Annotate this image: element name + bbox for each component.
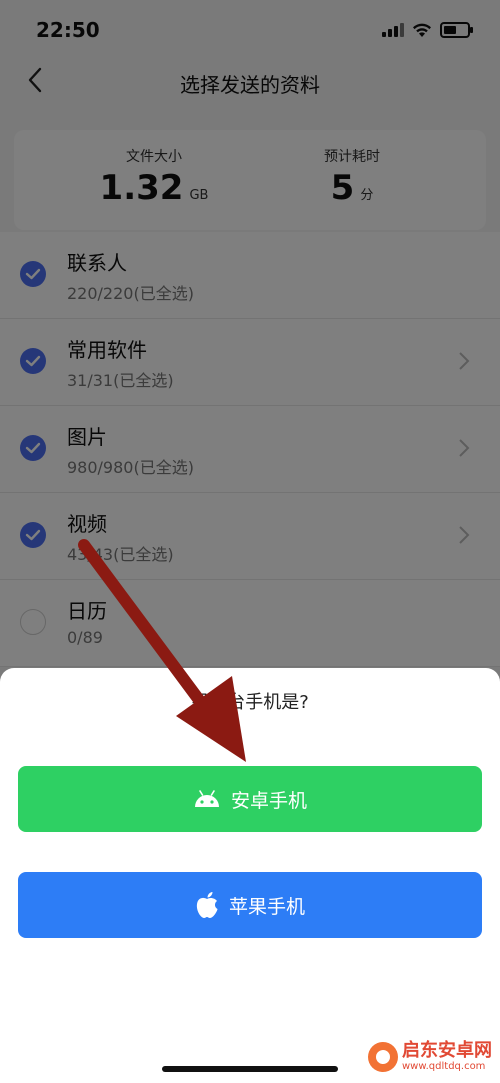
android-phone-label: 安卓手机 [230, 789, 307, 812]
sheet-title: 另一台手机是? [191, 692, 309, 713]
watermark-logo-icon [368, 1042, 398, 1072]
apple-phone-button[interactable]: 苹果手机 [18, 872, 482, 938]
device-type-sheet: 另一台手机是? 安卓手机 苹果手机 [0, 668, 500, 1083]
apple-phone-label: 苹果手机 [228, 895, 305, 918]
android-phone-button[interactable]: 安卓手机 [18, 766, 482, 832]
home-indicator [162, 1066, 338, 1072]
site-watermark: 启东安卓网 www.qdltdq.com [368, 1041, 492, 1073]
apple-icon [195, 891, 219, 919]
watermark-url: www.qdltdq.com [402, 1061, 486, 1072]
watermark-name: 启东安卓网 [402, 1040, 492, 1061]
android-icon [193, 789, 221, 809]
